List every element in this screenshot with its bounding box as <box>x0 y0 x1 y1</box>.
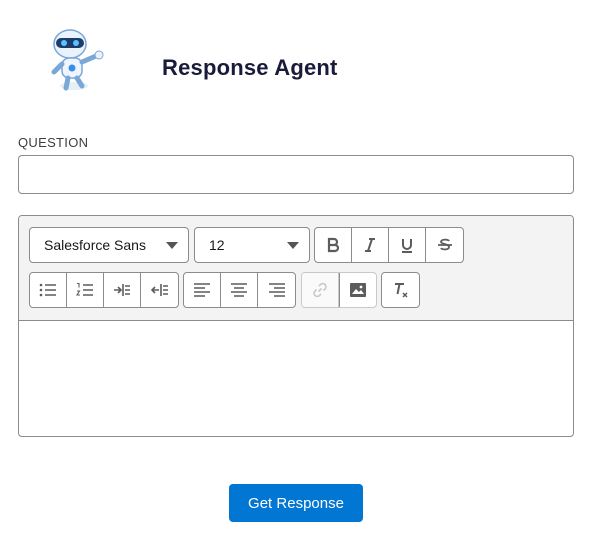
link-button[interactable] <box>302 273 339 307</box>
bulleted-list-button[interactable] <box>30 273 67 307</box>
editor-content-area[interactable] <box>19 321 573 436</box>
indent-button[interactable] <box>104 273 141 307</box>
chevron-down-icon <box>287 242 299 249</box>
alignment-group <box>183 272 296 308</box>
list-group <box>29 272 179 308</box>
get-response-button[interactable]: Get Response <box>229 484 363 522</box>
insert-group <box>301 272 377 308</box>
chevron-down-icon <box>166 242 178 249</box>
numbered-list-button[interactable] <box>67 273 104 307</box>
robot-mascot-icon <box>44 24 108 96</box>
page-title: Response Agent <box>162 55 338 80</box>
font-size-value: 12 <box>209 237 225 253</box>
question-input[interactable] <box>18 155 574 194</box>
outdent-icon <box>150 284 168 296</box>
font-family-value: Salesforce Sans <box>44 237 146 253</box>
strikethrough-icon <box>437 238 452 251</box>
strikethrough-button[interactable] <box>426 228 463 262</box>
italic-button[interactable] <box>352 228 389 262</box>
italic-icon <box>365 238 375 252</box>
bulleted-list-icon <box>39 283 56 297</box>
numbered-list-icon <box>76 282 93 296</box>
bold-icon <box>327 237 340 253</box>
text-style-group <box>314 227 464 263</box>
link-icon <box>313 282 327 298</box>
underline-button[interactable] <box>389 228 426 262</box>
image-button[interactable] <box>339 273 376 307</box>
clear-format-group <box>381 272 420 308</box>
rich-text-editor: Salesforce Sans 12 <box>18 215 574 437</box>
bold-button[interactable] <box>315 228 352 262</box>
align-center-icon <box>231 283 247 297</box>
align-left-button[interactable] <box>184 273 221 307</box>
outdent-button[interactable] <box>141 273 178 307</box>
align-right-icon <box>268 283 285 297</box>
page-header: Response Agent <box>0 0 592 120</box>
indent-icon <box>114 284 130 296</box>
font-size-select[interactable]: 12 <box>194 227 310 263</box>
editor-toolbar: Salesforce Sans 12 <box>19 216 573 321</box>
remove-formatting-icon <box>394 283 408 298</box>
image-icon <box>350 283 366 297</box>
align-center-button[interactable] <box>221 273 258 307</box>
align-left-icon <box>194 283 210 297</box>
remove-formatting-button[interactable] <box>382 273 419 307</box>
question-label: QUESTION <box>18 135 89 150</box>
underline-icon <box>402 239 412 253</box>
align-right-button[interactable] <box>258 273 295 307</box>
font-family-select[interactable]: Salesforce Sans <box>29 227 189 263</box>
